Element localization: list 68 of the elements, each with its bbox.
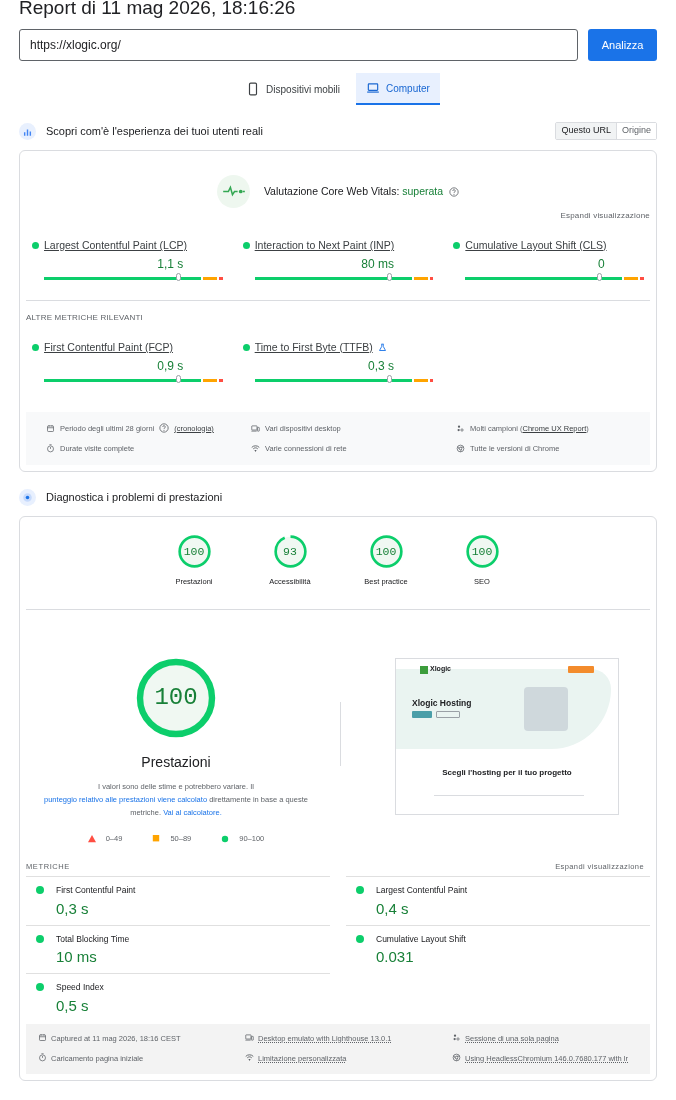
metric-link[interactable]: First Contentful Paint (FCP) [44, 339, 173, 356]
score-gauge [369, 535, 403, 568]
metric-link[interactable]: Interaction to Next Paint (INP) [254, 238, 395, 254]
dots-icon [452, 1033, 461, 1042]
laptop-icon [366, 81, 380, 95]
metric-name: Speed Index [56, 981, 104, 994]
metric-name: First Contentful Paint [56, 883, 136, 897]
flask-icon [377, 343, 387, 353]
metric-link[interactable]: Time to First Byte (TTFB) [254, 339, 373, 356]
metric-value: 0 [598, 256, 605, 271]
stopwatch-icon [46, 443, 55, 453]
bar-chart-icon [19, 122, 36, 140]
stopwatch-icon [38, 1053, 47, 1062]
metric-name: Cumulative Layout Shift [376, 932, 466, 946]
pulse-icon [216, 175, 250, 208]
score-value: 100 [154, 686, 198, 711]
metric-value: 0,4 s [376, 898, 410, 919]
wifi-icon [251, 443, 260, 453]
metric-name: Largest Contentful Paint [376, 883, 468, 897]
metric-value: 0,3 s [368, 358, 394, 373]
expand-view-link[interactable]: Espandi visualizzazione [560, 210, 650, 222]
circle-icon [221, 834, 230, 843]
triangle-icon [87, 834, 96, 843]
section-title: Diagnostica i problemi di prestazioni [46, 490, 223, 506]
analyze-button[interactable]: Analizza [588, 29, 657, 61]
calendar-icon [46, 423, 55, 433]
metric-value: 0,5 s [56, 996, 90, 1016]
score-gauge [273, 535, 307, 568]
square-icon [152, 834, 161, 843]
url-field[interactable]: https://xlogic.org/ [19, 29, 578, 61]
metric-name: Total Blocking Time [56, 932, 130, 946]
logo-mark [420, 665, 428, 674]
score-value: 93 [283, 545, 297, 558]
scope-toggle-button[interactable]: Questo URL [556, 123, 616, 139]
calendar-icon [38, 1033, 47, 1042]
score-value: 100 [183, 545, 205, 558]
help-icon[interactable] [159, 423, 170, 434]
score-gauge [465, 535, 499, 568]
metric-value: 80 ms [361, 256, 394, 271]
metric-value: 0,9 s [157, 358, 184, 373]
metric-value: 0.031 [376, 947, 415, 968]
devices-icon [251, 423, 260, 433]
help-icon[interactable] [449, 186, 460, 197]
devices-icon [245, 1033, 254, 1042]
section-heading: Scegli l'hosting per il tuo progetto [441, 767, 573, 780]
score-title: Prestazioni [141, 753, 211, 773]
scope-toggle-button[interactable]: Origine [616, 123, 656, 139]
browser-icon [452, 1053, 461, 1062]
device-tab[interactable]: Dispositivi mobili [236, 73, 350, 105]
metric-value: 10 ms [56, 947, 98, 968]
score-value: 100 [471, 545, 493, 558]
score-value: 100 [375, 545, 397, 558]
server-illustration [524, 687, 568, 732]
section-label: ALTRE METRICHE RILEVANTI [26, 311, 144, 324]
section-title: Scopri com'è l'esperienza dei tuoi utenti reali [46, 123, 263, 139]
target-icon [19, 489, 36, 506]
metric-value: 1,1 s [157, 256, 184, 271]
report-title: Report di 11 mag 2026, 18:16:26 [19, 0, 297, 19]
metric-link[interactable]: Cumulative Layout Shift (CLS) [465, 238, 607, 254]
device-tab[interactable]: Computer [356, 73, 440, 105]
browser-icon [456, 443, 465, 453]
metric-link[interactable]: Largest Contentful Paint (LCP) [44, 238, 187, 254]
hero-heading: Xlogic Hosting [412, 697, 472, 710]
score-gauge [177, 535, 211, 568]
assessment-text: Valutazione Core Web Vitals: superata [263, 183, 444, 199]
metric-value: 0,3 s [56, 898, 90, 919]
wifi-icon [245, 1053, 254, 1062]
dots-icon [456, 423, 465, 433]
